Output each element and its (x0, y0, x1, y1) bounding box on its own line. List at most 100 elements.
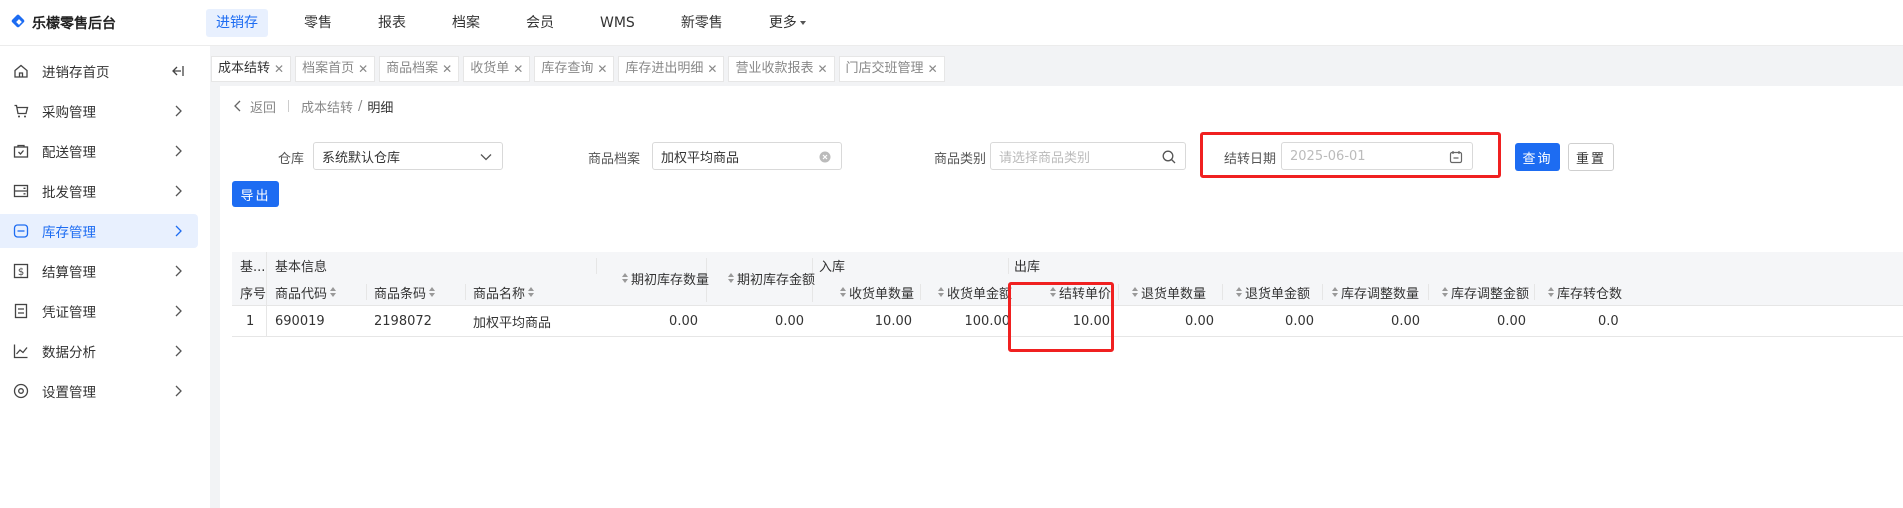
column-header-label: 退货单金额 (1245, 286, 1311, 302)
column-header-label: 库存转仓数 (1557, 286, 1623, 302)
column-header-label: 期初库存金额 (737, 272, 816, 288)
cell-recv-qty: 10.00 (874, 314, 912, 329)
sidebar-item-data-analysis[interactable]: 数据分析 (0, 334, 198, 368)
tab-label: 库存查询 (541, 61, 594, 76)
column-header-code[interactable]: 商品代码 (275, 278, 339, 306)
topnav-item-member[interactable]: 会员 (516, 9, 564, 37)
settlement-icon: $ (12, 262, 30, 280)
sidebar-item-purchase[interactable]: 采购管理 (0, 94, 198, 128)
table-header-group-row (232, 252, 1903, 278)
column-header-recv-qty[interactable]: 收货单数量 (840, 278, 914, 306)
column-header-barcode[interactable]: 商品条码 (374, 278, 438, 306)
close-icon[interactable]: ✕ (707, 56, 717, 82)
column-header-ret-amt[interactable]: 退货单金额 (1236, 278, 1310, 306)
column-divider (266, 306, 267, 337)
cell-code: 690019 (275, 314, 325, 329)
tab-label: 营业收款报表 (735, 61, 814, 76)
tab-product-archive[interactable]: 商品档案 ✕ (379, 56, 460, 82)
column-header-label: 商品条码 (374, 286, 427, 302)
search-icon[interactable] (1161, 149, 1177, 165)
caret-down-icon (799, 20, 806, 25)
column-header-open-qty[interactable]: 期初库存数量 (622, 264, 709, 292)
topnav-item-inventory[interactable]: 进销存 (206, 8, 268, 37)
close-icon[interactable]: ✕ (597, 56, 607, 82)
sort-icon (1132, 286, 1139, 298)
column-header-ret-qty[interactable]: 退货单数量 (1132, 278, 1206, 306)
sidebar-item-label: 结算管理 (42, 265, 96, 281)
product-select[interactable]: 加权平均商品 (652, 142, 842, 170)
column-divider (465, 284, 466, 300)
sort-icon (429, 286, 436, 298)
clear-icon[interactable] (817, 149, 833, 165)
collapse-sidebar-icon[interactable] (170, 63, 186, 79)
date-picker[interactable]: 2025-06-01 (1281, 142, 1473, 170)
tab-stock-detail[interactable]: 库存进出明细 ✕ (618, 56, 725, 82)
group-header-basic-info: 基本信息 (275, 259, 328, 275)
topnav-item-retail[interactable]: 零售 (294, 9, 342, 37)
close-icon[interactable]: ✕ (928, 56, 938, 82)
column-header-unit-cost[interactable]: 结转单价 (1050, 278, 1111, 306)
calendar-icon (1448, 149, 1464, 165)
chevron-right-icon (170, 103, 186, 119)
back-label: 返回 (250, 100, 277, 116)
sidebar: 进销存首页 采购管理 配送管理 批发管理 库存管理 $ 结算管理 凭证管理 数据… (0, 46, 210, 508)
group-header-collapsed[interactable]: 基... (240, 252, 265, 278)
topnav-item-new-retail[interactable]: 新零售 (671, 9, 733, 37)
sort-icon (1548, 286, 1555, 298)
app-logo[interactable]: 乐檬零售后台 (0, 0, 206, 46)
column-header-open-amt[interactable]: 期初库存金额 (728, 264, 815, 292)
column-header-name[interactable]: 商品名称 (473, 278, 537, 306)
top-bar: 乐檬零售后台 进销存 零售 报表 档案 会员 WMS 新零售 更多 (0, 0, 1903, 46)
breadcrumb-parent[interactable]: 成本结转 (301, 97, 353, 116)
topnav-more-label: 更多 (768, 14, 797, 31)
sort-icon (528, 286, 535, 298)
query-button[interactable]: 查询 (1515, 143, 1560, 171)
close-icon[interactable]: ✕ (442, 56, 452, 82)
reset-button[interactable]: 重置 (1568, 143, 1614, 171)
topnav-item-more[interactable]: 更多 (759, 9, 816, 37)
cell-adj-qty: 0.00 (1391, 314, 1420, 329)
sidebar-item-inventory-home[interactable]: 进销存首页 (0, 54, 198, 88)
tab-shift-management[interactable]: 门店交班管理 ✕ (838, 56, 945, 82)
tab-stock-query[interactable]: 库存查询 ✕ (534, 56, 615, 82)
sidebar-item-voucher[interactable]: 凭证管理 (0, 294, 198, 328)
tab-revenue-report[interactable]: 营业收款报表 ✕ (728, 56, 835, 82)
chevron-left-icon (234, 100, 241, 112)
sidebar-item-settings[interactable]: 设置管理 (0, 374, 198, 408)
table-row[interactable]: 1 690019 2198072 加权平均商品 0.00 0.00 10.00 … (232, 306, 1903, 337)
category-input[interactable]: 请选择商品类别 (990, 142, 1186, 170)
column-header-label: 收货单金额 (947, 286, 1013, 302)
tab-cost-carryover[interactable]: 成本结转 ✕ (211, 56, 292, 82)
close-icon[interactable]: ✕ (817, 56, 827, 82)
sidebar-item-inventory-management[interactable]: 库存管理 (0, 214, 198, 248)
tab-archive-home[interactable]: 档案首页 ✕ (295, 56, 376, 82)
sidebar-item-wholesale[interactable]: 批发管理 (0, 174, 198, 208)
cell-seq: 1 (246, 314, 255, 329)
sidebar-item-delivery[interactable]: 配送管理 (0, 134, 198, 168)
topnav-item-reports[interactable]: 报表 (368, 9, 416, 37)
topnav-item-wms[interactable]: WMS (590, 9, 645, 37)
logo-icon (12, 15, 26, 31)
sidebar-item-settlement[interactable]: $ 结算管理 (0, 254, 198, 288)
export-button[interactable]: 导出 (232, 181, 279, 207)
cell-name: 加权平均商品 (473, 316, 552, 331)
back-link[interactable]: 返回 (234, 97, 276, 116)
tab-receipt[interactable]: 收货单 ✕ (463, 56, 531, 82)
close-icon[interactable]: ✕ (274, 56, 284, 82)
column-header-label: 收货单数量 (849, 286, 915, 302)
warehouse-select[interactable]: 系统默认仓库 (313, 142, 503, 170)
topnav-item-archive[interactable]: 档案 (442, 9, 490, 37)
chevron-right-icon (170, 343, 186, 359)
sort-icon (840, 286, 847, 298)
column-header-recv-amt[interactable]: 收货单金额 (938, 278, 1012, 306)
date-value: 2025-06-01 (1290, 148, 1366, 164)
close-icon[interactable]: ✕ (513, 56, 523, 82)
sidebar-item-label: 进销存首页 (42, 65, 110, 81)
column-header-transfer-qty[interactable]: 库存转仓数 (1548, 278, 1622, 306)
column-header-adj-qty[interactable]: 库存调整数量 (1332, 278, 1419, 306)
column-header-adj-amt[interactable]: 库存调整金额 (1442, 278, 1529, 306)
close-icon[interactable]: ✕ (358, 56, 368, 82)
column-divider (266, 252, 267, 306)
sidebar-item-label: 批发管理 (42, 185, 96, 201)
chevron-down-icon (478, 149, 494, 165)
